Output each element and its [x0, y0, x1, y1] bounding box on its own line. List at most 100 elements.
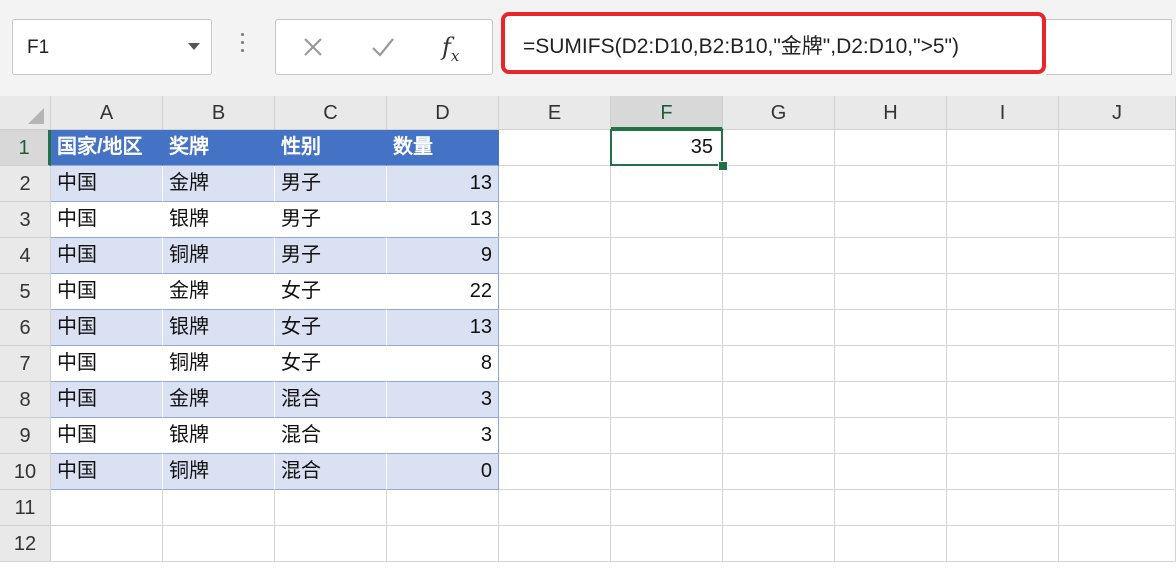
cell-j6[interactable]	[1059, 310, 1176, 346]
cell-h6[interactable]	[835, 310, 947, 346]
table-cell[interactable]: 8	[387, 346, 499, 382]
column-header-h[interactable]: H	[835, 96, 947, 130]
column-header-i[interactable]: I	[947, 96, 1059, 130]
cell-g11[interactable]	[723, 490, 835, 526]
cell-h11[interactable]	[835, 490, 947, 526]
row-header-11[interactable]: 11	[0, 490, 51, 526]
cell-j1[interactable]	[1059, 130, 1176, 166]
cell-e5[interactable]	[499, 274, 611, 310]
cell-c11[interactable]	[275, 490, 387, 526]
cell-i3[interactable]	[947, 202, 1059, 238]
formula-input-extension[interactable]	[1046, 19, 1172, 75]
cell-a12[interactable]	[51, 526, 163, 562]
table-cell[interactable]: 女子	[275, 346, 387, 382]
cell-i11[interactable]	[947, 490, 1059, 526]
cell-e3[interactable]	[499, 202, 611, 238]
table-cell[interactable]: 混合	[275, 418, 387, 454]
table-cell[interactable]: 银牌	[163, 202, 275, 238]
cell-j5[interactable]	[1059, 274, 1176, 310]
column-header-g[interactable]: G	[723, 96, 835, 130]
table-cell[interactable]: 中国	[51, 418, 163, 454]
cell-e12[interactable]	[499, 526, 611, 562]
cell-g6[interactable]	[723, 310, 835, 346]
table-cell[interactable]: 中国	[51, 202, 163, 238]
cell-j3[interactable]	[1059, 202, 1176, 238]
table-cell[interactable]: 中国	[51, 346, 163, 382]
cell-g1[interactable]	[723, 130, 835, 166]
cell-g10[interactable]	[723, 454, 835, 490]
table-header-cell[interactable]: 数量	[387, 130, 499, 166]
cell-h10[interactable]	[835, 454, 947, 490]
table-cell[interactable]: 铜牌	[163, 454, 275, 490]
cell-h5[interactable]	[835, 274, 947, 310]
cell-j10[interactable]	[1059, 454, 1176, 490]
cell-j4[interactable]	[1059, 238, 1176, 274]
table-header-cell[interactable]: 国家/地区	[51, 130, 163, 166]
cell-f8[interactable]	[611, 382, 723, 418]
cell-e11[interactable]	[499, 490, 611, 526]
table-cell[interactable]: 中国	[51, 166, 163, 202]
cell-e4[interactable]	[499, 238, 611, 274]
table-cell[interactable]: 铜牌	[163, 238, 275, 274]
cell-f10[interactable]	[611, 454, 723, 490]
row-header-9[interactable]: 9	[0, 418, 51, 454]
cell-g3[interactable]	[723, 202, 835, 238]
cell-f7[interactable]	[611, 346, 723, 382]
cell-h9[interactable]	[835, 418, 947, 454]
cell-i10[interactable]	[947, 454, 1059, 490]
table-cell[interactable]: 13	[387, 202, 499, 238]
cell-b11[interactable]	[163, 490, 275, 526]
cell-f11[interactable]	[611, 490, 723, 526]
name-box[interactable]: F1	[12, 19, 212, 75]
table-cell[interactable]: 0	[387, 454, 499, 490]
row-header-7[interactable]: 7	[0, 346, 51, 382]
table-cell[interactable]: 混合	[275, 454, 387, 490]
cell-j9[interactable]	[1059, 418, 1176, 454]
cell-g7[interactable]	[723, 346, 835, 382]
cell-f5[interactable]	[611, 274, 723, 310]
table-cell[interactable]: 中国	[51, 238, 163, 274]
cell-j12[interactable]	[1059, 526, 1176, 562]
cell-g4[interactable]	[723, 238, 835, 274]
cell-d11[interactable]	[387, 490, 499, 526]
table-header-cell[interactable]: 奖牌	[163, 130, 275, 166]
close-icon[interactable]	[300, 34, 326, 60]
row-header-4[interactable]: 4	[0, 238, 51, 274]
table-cell[interactable]: 13	[387, 310, 499, 346]
table-cell[interactable]: 中国	[51, 454, 163, 490]
cell-i5[interactable]	[947, 274, 1059, 310]
table-cell[interactable]: 男子	[275, 202, 387, 238]
table-cell[interactable]: 男子	[275, 238, 387, 274]
cell-i2[interactable]	[947, 166, 1059, 202]
table-cell[interactable]: 9	[387, 238, 499, 274]
cell-i6[interactable]	[947, 310, 1059, 346]
cell-g8[interactable]	[723, 382, 835, 418]
cell-f4[interactable]	[611, 238, 723, 274]
table-cell[interactable]: 女子	[275, 274, 387, 310]
column-header-j[interactable]: J	[1059, 96, 1176, 130]
table-cell[interactable]: 女子	[275, 310, 387, 346]
cell-g2[interactable]	[723, 166, 835, 202]
column-header-b[interactable]: B	[163, 96, 275, 130]
fx-icon[interactable]: fx	[442, 30, 476, 65]
cell-e10[interactable]	[499, 454, 611, 490]
cell-e1[interactable]	[499, 130, 611, 166]
row-header-8[interactable]: 8	[0, 382, 51, 418]
cell-h7[interactable]	[835, 346, 947, 382]
row-header-2[interactable]: 2	[0, 166, 51, 202]
select-all-button[interactable]	[0, 96, 51, 130]
column-header-d[interactable]: D	[387, 96, 499, 130]
cell-h12[interactable]	[835, 526, 947, 562]
table-cell[interactable]: 中国	[51, 382, 163, 418]
table-cell[interactable]: 银牌	[163, 418, 275, 454]
cell-j2[interactable]	[1059, 166, 1176, 202]
active-cell[interactable]: 35	[610, 129, 723, 166]
cell-j8[interactable]	[1059, 382, 1176, 418]
row-header-6[interactable]: 6	[0, 310, 51, 346]
table-cell[interactable]: 银牌	[163, 310, 275, 346]
column-header-a[interactable]: A	[51, 96, 163, 130]
row-header-5[interactable]: 5	[0, 274, 51, 310]
cell-e6[interactable]	[499, 310, 611, 346]
chevron-down-icon[interactable]	[187, 42, 201, 52]
row-header-1[interactable]: 1	[0, 130, 51, 166]
